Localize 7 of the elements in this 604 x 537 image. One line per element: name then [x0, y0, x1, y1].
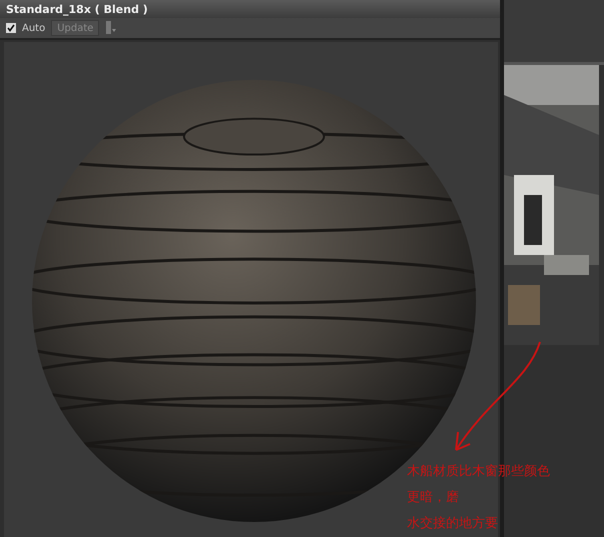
funnel-icon[interactable] — [105, 21, 118, 35]
auto-checkbox[interactable] — [6, 23, 16, 33]
annotation-text: 更暗，磨 — [407, 489, 460, 506]
annotation-text: 水交接的地方要 — [407, 515, 499, 532]
window-title: Standard_18x ( Blend ) — [0, 0, 500, 18]
auto-label: Auto — [22, 22, 46, 34]
annotation-text: 木船材质比木窗那些颜色 — [407, 463, 550, 480]
